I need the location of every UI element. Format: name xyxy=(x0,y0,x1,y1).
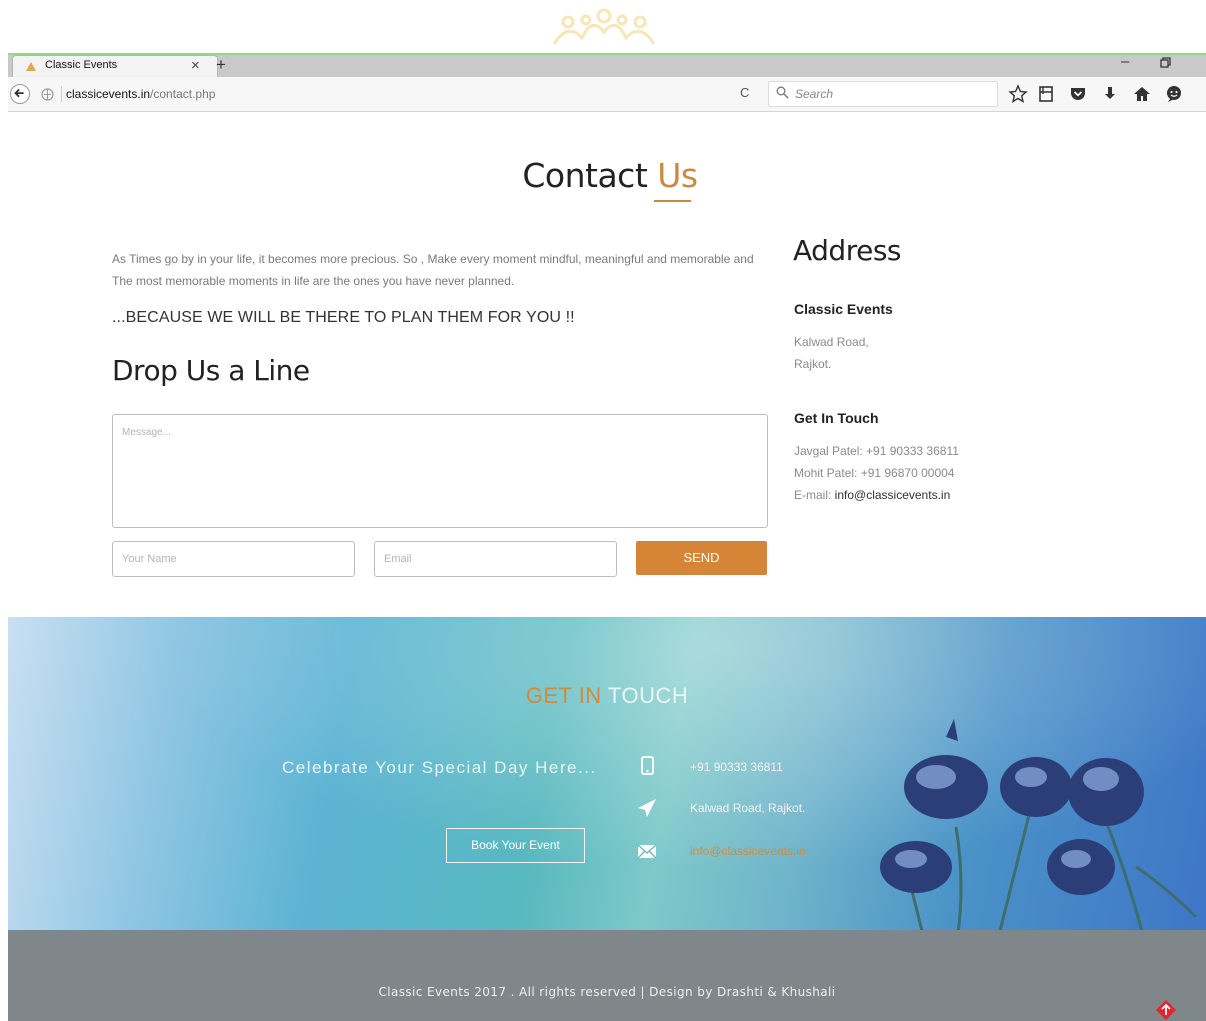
footer-location: Kalwad Road, Rajkot. xyxy=(690,801,806,815)
back-button[interactable] xyxy=(10,84,30,104)
url-separator xyxy=(61,86,62,102)
page-title: Contact Us xyxy=(0,156,1206,195)
download-icon[interactable] xyxy=(1100,84,1120,104)
reading-list-icon[interactable] xyxy=(1036,84,1056,104)
footer-email-link[interactable]: info@classicevents.in xyxy=(690,844,806,858)
browser-nav-bar: classicevents.in/contact.php C Search xyxy=(8,77,1206,112)
bookmark-star-icon[interactable] xyxy=(1008,84,1028,104)
minimize-window-icon[interactable]: – xyxy=(1121,53,1129,70)
company-name: Classic Events xyxy=(794,301,893,317)
address-bar[interactable]: classicevents.in/contact.php xyxy=(66,87,215,101)
title-underline xyxy=(654,200,691,202)
pocket-icon[interactable] xyxy=(1068,84,1088,104)
contact-email: E-mail: info@classicevents.in xyxy=(794,488,950,502)
tagline: ...BECAUSE WE WILL BE THERE TO PLAN THEM… xyxy=(112,309,575,326)
get-in-touch-part1: GET IN xyxy=(525,683,602,708)
contact-mohit: Mohit Patel: +91 96870 00004 xyxy=(794,466,955,480)
chat-icon[interactable] xyxy=(1164,84,1184,104)
page-title-main: Contact xyxy=(522,156,648,195)
mail-icon xyxy=(637,844,657,859)
crown-logo-icon xyxy=(552,8,656,45)
footer-bar: Classic Events 2017 . All rights reserve… xyxy=(8,930,1206,1021)
message-textarea[interactable]: Message... xyxy=(112,414,768,528)
email-link[interactable]: info@classicevents.in xyxy=(835,488,951,502)
copyright-text: Classic Events 2017 . All rights reserve… xyxy=(378,985,836,999)
get-in-touch-part2: TOUCH xyxy=(601,683,689,708)
browser-tab-bar: Classic Events × + – xyxy=(8,53,1206,77)
url-path: /contact.php xyxy=(150,87,216,101)
search-box[interactable]: Search xyxy=(768,81,998,107)
address-line-1: Kalwad Road, xyxy=(794,335,869,349)
send-location-icon xyxy=(638,799,656,817)
send-button[interactable]: SEND xyxy=(636,541,767,575)
flower-image xyxy=(880,719,1198,932)
search-placeholder: Search xyxy=(795,87,834,101)
home-icon[interactable] xyxy=(1132,84,1152,104)
search-icon xyxy=(776,86,789,99)
top-strip xyxy=(0,0,1206,53)
email-placeholder: Email xyxy=(384,553,412,565)
message-placeholder: Message... xyxy=(122,427,171,438)
back-arrow-icon xyxy=(14,88,24,98)
form-title: Drop Us a Line xyxy=(112,354,310,387)
get-in-touch-band: GET IN TOUCH Celebrate Your Special Day … xyxy=(8,617,1206,932)
name-field[interactable]: Your Name xyxy=(112,541,355,577)
contact-javgal: Javgal Patel: +91 90333 36811 xyxy=(794,444,959,458)
email-field[interactable]: Email xyxy=(374,541,617,577)
address-line-2: Rajkot. xyxy=(794,357,832,371)
name-placeholder: Your Name xyxy=(122,553,177,565)
get-in-touch-title: Get In Touch xyxy=(794,410,879,426)
close-tab-icon[interactable]: × xyxy=(191,57,200,74)
footer-phone: +91 90333 36811 xyxy=(690,760,783,774)
tab-title: Classic Events xyxy=(45,59,118,71)
page-title-accent: Us xyxy=(657,156,698,195)
phone-icon xyxy=(641,756,654,775)
scroll-to-top-icon[interactable] xyxy=(1155,999,1177,1021)
url-domain: classicevents.in xyxy=(66,87,151,101)
new-tab-icon[interactable]: + xyxy=(216,55,226,75)
celebrate-text: Celebrate Your Special Day Here... xyxy=(282,758,597,777)
reload-icon[interactable]: C xyxy=(740,85,749,100)
email-label: E-mail: xyxy=(794,488,835,502)
restore-window-icon[interactable] xyxy=(1160,57,1171,68)
favicon-icon xyxy=(26,62,36,71)
book-event-button[interactable]: Book Your Event xyxy=(446,828,585,863)
intro-text: As Times go by in your life, it becomes … xyxy=(112,252,754,288)
address-title: Address xyxy=(793,234,902,267)
browser-tab[interactable]: Classic Events × xyxy=(12,55,218,77)
get-in-touch-heading: GET IN TOUCH xyxy=(8,683,1206,709)
site-info-icon[interactable] xyxy=(41,88,54,101)
